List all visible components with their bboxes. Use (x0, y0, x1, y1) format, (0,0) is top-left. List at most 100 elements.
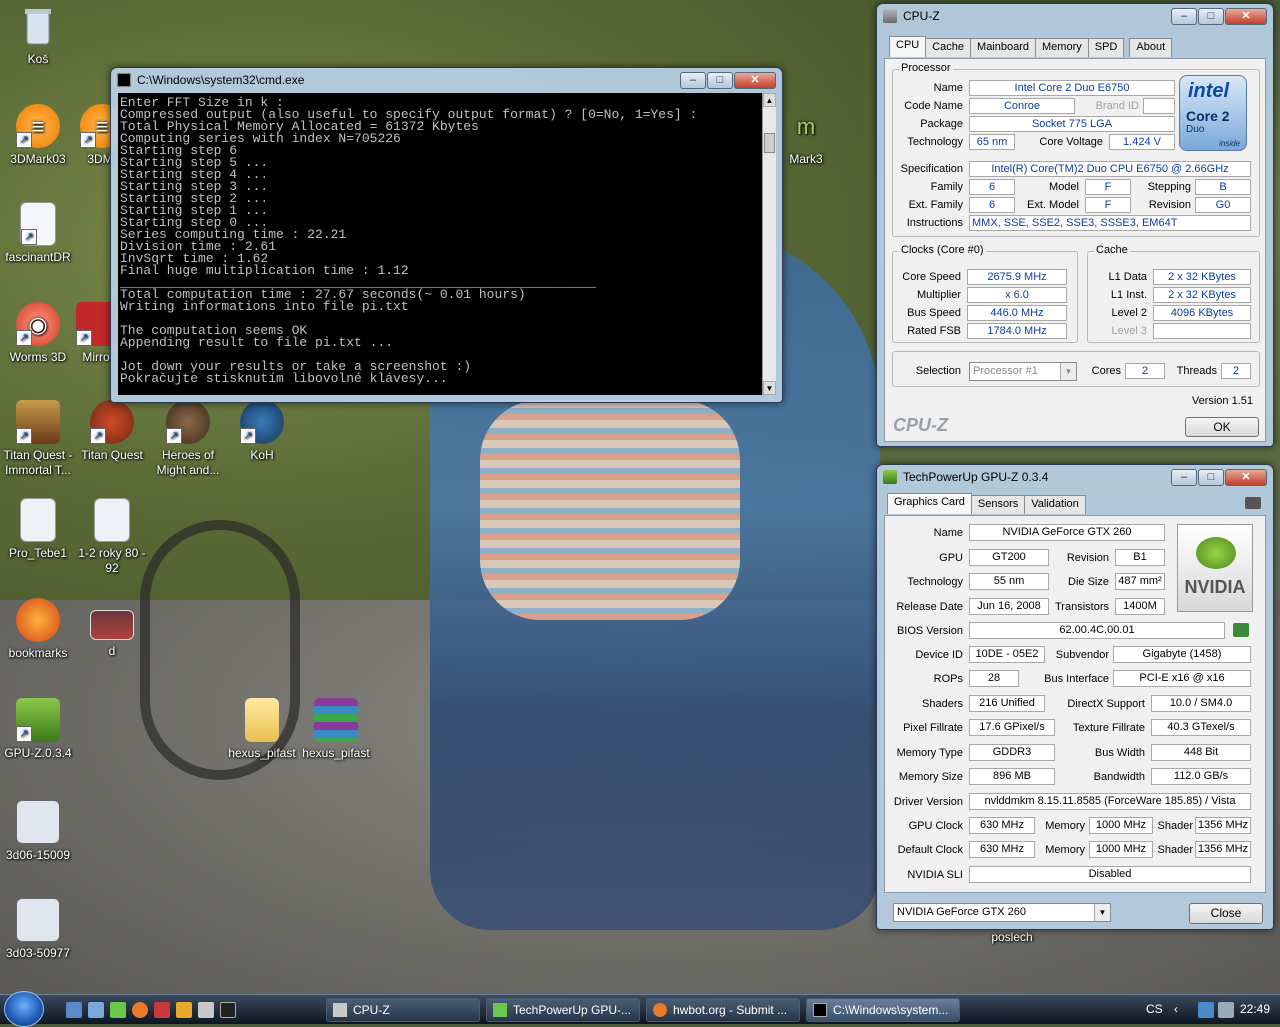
minimize-button[interactable]: – (1171, 7, 1197, 25)
camera-icon[interactable] (1245, 497, 1261, 509)
processor-select[interactable]: Processor #1 ▼ (969, 362, 1077, 381)
desktop-icon-1-2-roky[interactable]: 1-2 roky 80 - 92 (74, 498, 150, 576)
desktop-icon-mark3[interactable]: m Mark3 (776, 104, 836, 167)
switch-windows-icon[interactable] (88, 1002, 104, 1018)
taskbar-item-cpuz[interactable]: CPU-Z (326, 998, 480, 1022)
desktop-icon-recycle-bin[interactable]: Koš (0, 4, 76, 67)
selection-label: Selection (915, 365, 961, 377)
tab-cache[interactable]: Cache (925, 38, 972, 57)
start-button[interactable] (4, 991, 44, 1027)
gpu-select[interactable]: NVIDIA GeForce GTX 260 ▼ (893, 903, 1111, 922)
desktop-icon-label: Mirro (82, 350, 110, 364)
scroll-thumb[interactable] (764, 133, 775, 153)
desktop-icon-poslech[interactable]: poslech (974, 930, 1050, 945)
desktop-icon-heroes[interactable]: Heroes of Might and... (150, 400, 226, 478)
close-button[interactable]: ✕ (1225, 7, 1267, 25)
cmd-titlebar[interactable]: C:\Windows\system32\cmd.exe – □ ✕ (111, 68, 782, 92)
scroll-up-icon[interactable]: ▲ (763, 93, 776, 107)
chevron-left-icon[interactable]: ‹ (1174, 1002, 1178, 1016)
desktop-icon-titan-quest-it[interactable]: Titan Quest - Immortal T... (0, 400, 76, 478)
rops-value: 28 (969, 670, 1019, 687)
desktop-icon-3dmark03[interactable]: ≡ 3DMark03 (0, 104, 76, 167)
network-icon[interactable] (1198, 1002, 1214, 1018)
console-output[interactable]: Enter FFT Size in k : Compressed output (… (118, 93, 764, 395)
app-quicklaunch-icon[interactable] (110, 1002, 126, 1018)
level2-value: 4096 KBytes (1153, 305, 1251, 321)
taskbar-item-cmd[interactable]: C:\Windows\system... (806, 998, 960, 1022)
koh-icon (240, 400, 284, 444)
image-icon (90, 610, 134, 640)
close-button[interactable]: ✕ (1225, 468, 1267, 486)
cpuz-window[interactable]: CPU-Z – □ ✕ Processor Name Intel Core 2 … (876, 3, 1274, 447)
taskbar-item-label: C:\Windows\system... (833, 1003, 949, 1017)
volume-icon[interactable] (1218, 1002, 1234, 1018)
image-icon (16, 898, 60, 942)
tab-about[interactable]: About (1129, 38, 1173, 57)
desktop-icon-hexus-folder[interactable]: hexus_pifast (224, 698, 300, 761)
media-icon[interactable] (176, 1002, 192, 1018)
brandid-value (1143, 98, 1175, 114)
duo-logo-text: Duo (1186, 124, 1205, 135)
cmd-quicklaunch-icon[interactable] (220, 1002, 236, 1018)
console-scrollbar[interactable]: ▲ ▼ (762, 93, 776, 395)
show-desktop-icon[interactable] (66, 1002, 82, 1018)
taskbar-item-hwbot[interactable]: hwbot.org - Submit ... (646, 998, 800, 1022)
desktop-icon-gpuz[interactable]: GPU-Z.0.3.4 (0, 698, 76, 761)
driver-value: nvlddmkm 8.15.11.8585 (ForceWare 185.85)… (969, 793, 1251, 810)
desktop-icon-3d03[interactable]: 3d03-50977 (0, 898, 76, 961)
defclock-value: 630 MHz (969, 841, 1035, 858)
clock[interactable]: 22:49 (1240, 1002, 1270, 1016)
revision-value: G0 (1195, 197, 1251, 213)
minimize-button[interactable]: – (680, 71, 706, 89)
desktop-icon-bookmarks[interactable]: bookmarks (0, 598, 76, 661)
tab-cpu[interactable]: CPU (889, 36, 927, 57)
tab-spd[interactable]: SPD (1087, 38, 1125, 57)
desktop-icon-hexus-archive[interactable]: hexus_pifast (298, 698, 374, 761)
corevoltage-value: 1.424 V (1109, 134, 1175, 150)
gpuz-window[interactable]: TechPowerUp GPU-Z 0.3.4 – □ ✕ Graphics C… (876, 464, 1274, 930)
tab-validation[interactable]: Validation (1024, 495, 1086, 514)
cmd-window[interactable]: C:\Windows\system32\cmd.exe – □ ✕ Enter … (110, 67, 783, 403)
desktop-icon-fascinantdr[interactable]: fascinantDR (0, 202, 76, 265)
maximize-button[interactable]: □ (1198, 468, 1224, 486)
cpuz-titlebar[interactable]: CPU-Z – □ ✕ (877, 4, 1273, 28)
scroll-down-icon[interactable]: ▼ (763, 381, 776, 395)
desktop-icon-worms3d[interactable]: ◉ Worms 3D (0, 302, 76, 365)
bios-save-icon[interactable] (1233, 623, 1249, 637)
close-dialog-button[interactable]: Close (1189, 903, 1263, 924)
maximize-button[interactable]: □ (1198, 7, 1224, 25)
minimize-button[interactable]: – (1171, 468, 1197, 486)
winrar-icon (314, 698, 358, 742)
app-quicklaunch-icon[interactable] (154, 1002, 170, 1018)
desktop-icon-pro-tebe1[interactable]: Pro_Tebe1 (0, 498, 76, 561)
desktop-icon-label: 3d06-15009 (5, 848, 71, 862)
tab-sensors[interactable]: Sensors (970, 495, 1026, 514)
desktop-icon-3d06[interactable]: 3d06-15009 (0, 800, 76, 863)
maximize-button[interactable]: □ (707, 71, 733, 89)
desktop-icon-d[interactable]: d (74, 610, 150, 659)
close-button[interactable]: ✕ (734, 71, 776, 89)
cpuz-icon (333, 1003, 347, 1017)
desktop-icon-label: Titan Quest (81, 448, 143, 462)
memclock-value: 1000 MHz (1089, 817, 1153, 834)
gpuz-titlebar[interactable]: TechPowerUp GPU-Z 0.3.4 – □ ✕ (877, 465, 1273, 489)
desktop-icon-titan-quest[interactable]: Titan Quest (74, 400, 150, 463)
tab-mainboard[interactable]: Mainboard (970, 38, 1037, 57)
shaderclock-label: Shader (1157, 820, 1193, 832)
l1inst-value: 2 x 32 KBytes (1153, 287, 1251, 303)
pixelfill-value: 17.6 GPixel/s (969, 719, 1055, 736)
titan-quest-icon (90, 400, 134, 444)
desktop-icon-label: Heroes of Might and... (156, 448, 220, 477)
tab-memory[interactable]: Memory (1035, 38, 1089, 57)
cpuz-quicklaunch-icon[interactable] (198, 1002, 214, 1018)
desktop-icon-koh[interactable]: KoH (224, 400, 300, 463)
tab-graphics-card[interactable]: Graphics Card (887, 493, 972, 514)
codename-value: Conroe (969, 98, 1075, 114)
taskbar-item-gpuz[interactable]: TechPowerUp GPU-... (486, 998, 640, 1022)
ok-button[interactable]: OK (1185, 417, 1259, 437)
language-indicator[interactable]: CS (1146, 1002, 1163, 1016)
firefox-icon[interactable] (132, 1002, 148, 1018)
deviceid-label: Device ID (915, 649, 963, 661)
desktop-icon-label: Mark3 (789, 152, 823, 166)
threads-label: Threads (1176, 365, 1217, 377)
